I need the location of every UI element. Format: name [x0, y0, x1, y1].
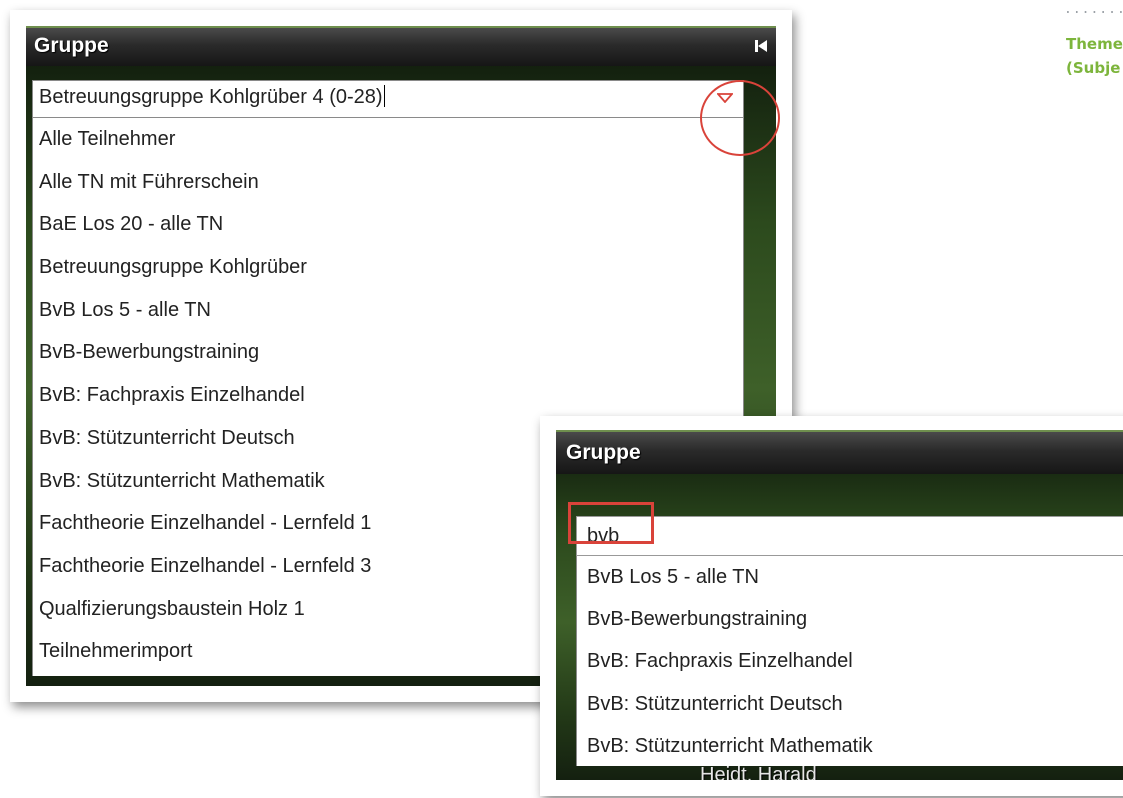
list-item[interactable]: BvB: Stützunterricht Deutsch [577, 683, 1123, 725]
panel-title: Gruppe [566, 441, 641, 464]
list-item[interactable]: BaE Los 20 - alle TN [33, 203, 743, 246]
panel-titlebar: Gruppe [556, 430, 1123, 474]
list-item[interactable]: BvB: Stützunterricht Mathematik [577, 725, 1123, 767]
list-item[interactable]: Betreuungsgruppe Kohlgrüber [33, 246, 743, 289]
collapse-icon[interactable] [752, 37, 770, 55]
group-search-input[interactable]: bvb [576, 516, 1123, 556]
list-item[interactable]: BvB: Fachpraxis Einzelhandel [33, 374, 743, 417]
margin-note: Theme (Subje [1066, 32, 1123, 80]
list-item[interactable]: BvB-Bewerbungstraining [33, 331, 743, 374]
list-item[interactable]: BvB: Fachpraxis Einzelhandel [577, 640, 1123, 682]
filtered-dropdown-list: BvB Los 5 - alle TN BvB-Bewerbungstraini… [576, 556, 1123, 766]
panel-titlebar: Gruppe [26, 26, 776, 66]
list-item[interactable]: Alle Teilnehmer [33, 118, 743, 161]
group-panel-filtered: Gruppe bvb BvB Los 5 - alle TN BvB-Bewer… [540, 416, 1123, 796]
panel-title: Gruppe [34, 34, 109, 57]
combobox-value: Betreuungsgruppe Kohlgrüber 4 (0-28) [39, 85, 385, 108]
list-item[interactable]: BvB-Bewerbungstraining [577, 598, 1123, 640]
dropdown-arrow-highlight-circle [700, 80, 780, 156]
search-term-highlight-box [568, 502, 654, 544]
list-item[interactable]: BvB Los 5 - alle TN [33, 289, 743, 332]
panel-background: Gruppe bvb BvB Los 5 - alle TN BvB-Bewer… [556, 430, 1123, 780]
margin-note-line2: (Subje [1066, 59, 1121, 77]
list-item[interactable]: Alle TN mit Führerschein [33, 161, 743, 204]
participant-name: Heidt, Harald [700, 764, 817, 780]
group-combobox[interactable]: Betreuungsgruppe Kohlgrüber 4 (0-28) [32, 80, 744, 118]
margin-dots: ........ [1064, 2, 1123, 17]
list-item[interactable]: BvB Los 5 - alle TN [577, 556, 1123, 598]
margin-note-line1: Theme [1066, 35, 1123, 53]
text-cursor [383, 85, 385, 107]
